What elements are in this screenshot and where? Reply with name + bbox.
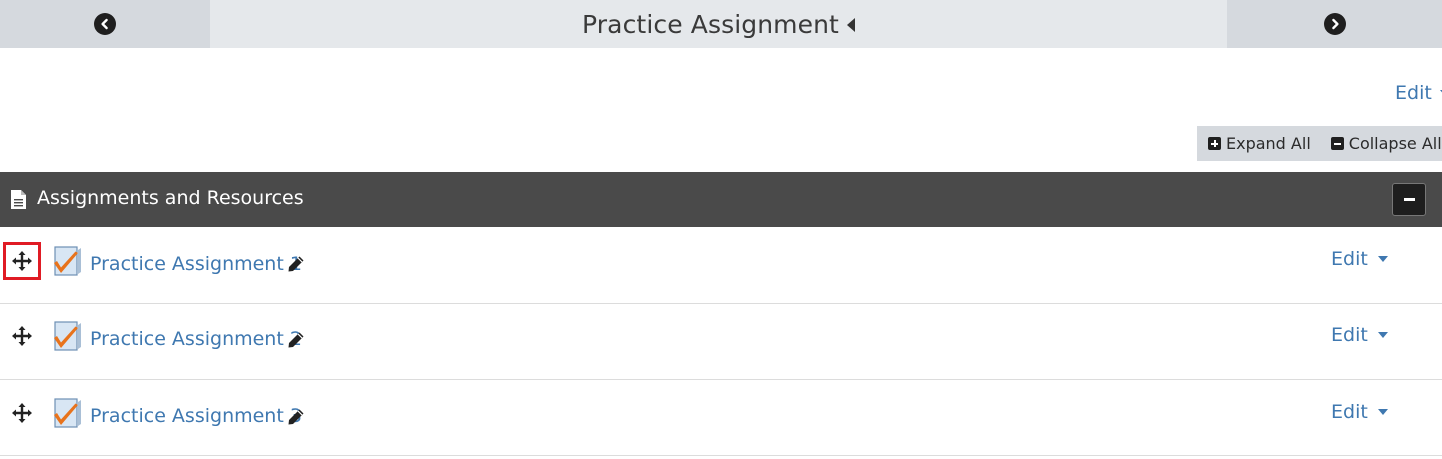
assignment-link[interactable]: Practice Assignment 3: [90, 405, 302, 427]
assignment-link[interactable]: Practice Assignment 2: [90, 328, 302, 350]
chevron-down-icon: [1377, 409, 1388, 415]
page-edit-label: Edit: [1395, 82, 1432, 104]
previous-page-button[interactable]: [0, 0, 210, 48]
circle-chevron-left-icon: [94, 13, 116, 35]
pencil-icon[interactable]: [287, 408, 305, 426]
expand-all-button[interactable]: Expand All: [1208, 134, 1311, 153]
page-edit-dropdown[interactable]: Edit: [1395, 82, 1442, 104]
expand-all-label: Expand All: [1226, 134, 1311, 153]
assignment-check-icon: [54, 321, 81, 351]
document-icon: [11, 190, 26, 209]
move-handle-icon[interactable]: [10, 324, 34, 348]
collapse-all-label: Collapse All: [1348, 134, 1442, 153]
list-item: Practice Assignment 3 Edit: [0, 380, 1442, 456]
section-header: Assignments and Resources: [0, 172, 1442, 227]
assignment-link[interactable]: Practice Assignment 1: [90, 253, 302, 275]
top-navigation-bar: Practice Assignment: [0, 0, 1442, 48]
minus-square-icon: [1330, 137, 1344, 150]
pencil-icon[interactable]: [287, 255, 305, 273]
list-item: Practice Assignment 1 Edit: [0, 228, 1442, 304]
page-title: Practice Assignment: [582, 9, 839, 39]
collapse-all-button[interactable]: Collapse All: [1330, 134, 1442, 153]
caret-left-icon[interactable]: [846, 18, 855, 32]
assignment-check-icon: [54, 246, 81, 276]
move-handle-icon[interactable]: [10, 401, 34, 425]
section-collapse-button[interactable]: [1392, 183, 1426, 216]
chevron-down-icon: [1377, 256, 1388, 262]
pencil-icon[interactable]: [287, 331, 305, 349]
list-item: Practice Assignment 2 Edit: [0, 304, 1442, 380]
item-edit-label: Edit: [1331, 248, 1368, 270]
move-handle-icon[interactable]: [3, 242, 41, 280]
item-edit-label: Edit: [1331, 324, 1368, 346]
next-page-button[interactable]: [1227, 0, 1442, 48]
page-title-area: Practice Assignment: [210, 0, 1227, 48]
chevron-down-icon: [1377, 332, 1388, 338]
item-edit-dropdown[interactable]: Edit: [1331, 401, 1388, 423]
minus-icon: [1403, 198, 1415, 201]
item-edit-dropdown[interactable]: Edit: [1331, 324, 1388, 346]
item-edit-label: Edit: [1331, 401, 1368, 423]
circle-chevron-right-icon: [1323, 13, 1346, 35]
item-edit-dropdown[interactable]: Edit: [1331, 248, 1388, 270]
expand-collapse-bar: Expand All Collapse All: [1197, 126, 1442, 161]
plus-square-icon: [1208, 137, 1221, 150]
section-title: Assignments and Resources: [37, 187, 304, 209]
assignment-check-icon: [54, 398, 81, 428]
